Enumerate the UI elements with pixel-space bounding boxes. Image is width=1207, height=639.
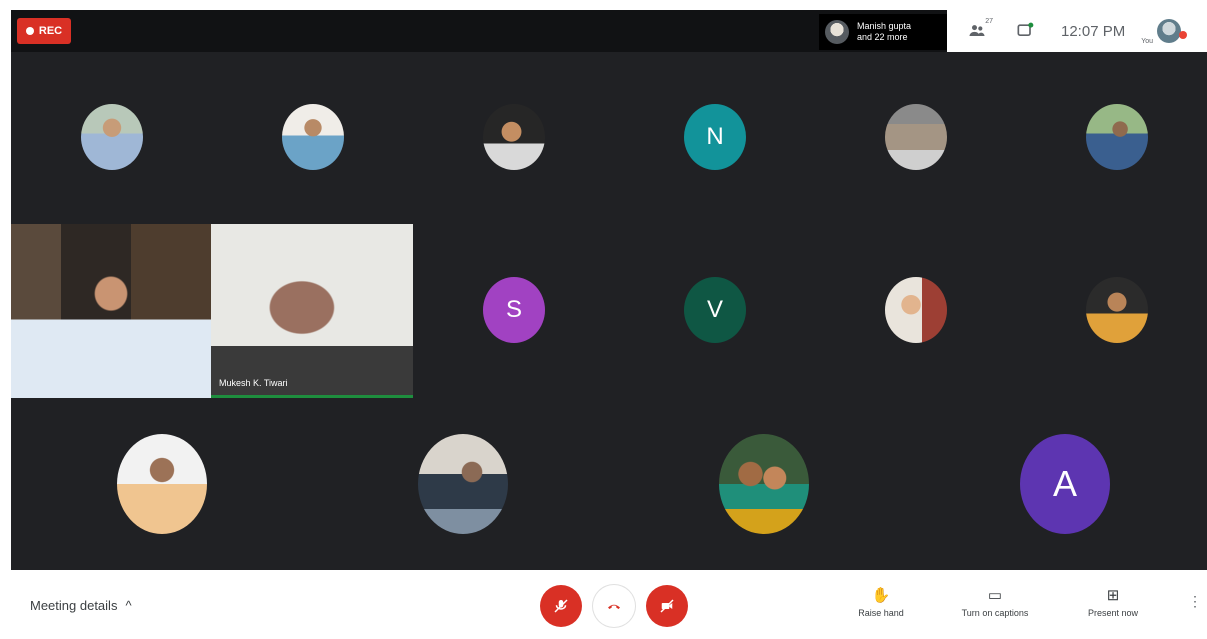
video-tile-active-speaker[interactable]: Mukesh K. Tiwari bbox=[211, 224, 413, 398]
participant-tile[interactable] bbox=[282, 104, 344, 170]
top-right-panel: 27 12:07 PM You bbox=[947, 10, 1207, 52]
meeting-details-label: Meeting details bbox=[30, 598, 118, 613]
people-count: 27 bbox=[985, 18, 993, 25]
chat-icon bbox=[1017, 22, 1034, 36]
participant-tile[interactable] bbox=[418, 434, 508, 534]
participant-initial: N bbox=[706, 123, 724, 150]
mic-toggle-button[interactable] bbox=[540, 585, 582, 627]
participant-tile[interactable] bbox=[719, 434, 809, 534]
clock-time: 12:07 PM bbox=[1061, 22, 1126, 40]
hang-up-icon bbox=[608, 604, 620, 609]
participant-tile[interactable] bbox=[885, 277, 947, 343]
captions-label: Turn on captions bbox=[961, 608, 1029, 618]
people-button[interactable]: 27 bbox=[967, 18, 993, 41]
participant-tile-letter[interactable]: S bbox=[483, 277, 545, 343]
participant-tile-letter[interactable]: N bbox=[684, 104, 746, 170]
self-avatar[interactable] bbox=[1157, 19, 1188, 43]
you-label: You bbox=[1141, 38, 1154, 45]
present-now-button[interactable]: ⊞ Present now bbox=[1068, 586, 1158, 618]
speaker-name-label: Mukesh K. Tiwari bbox=[219, 378, 288, 388]
camera-off-icon bbox=[660, 599, 674, 613]
video-tile-left[interactable] bbox=[11, 224, 211, 398]
participant-tile[interactable] bbox=[885, 104, 947, 170]
participant-tile[interactable] bbox=[1086, 104, 1148, 170]
captions-button[interactable]: ▭ Turn on captions bbox=[950, 586, 1040, 618]
presenter-avatar bbox=[825, 20, 849, 44]
participant-tile[interactable] bbox=[483, 104, 545, 170]
people-icon bbox=[969, 25, 985, 36]
participant-initial: V bbox=[706, 296, 723, 323]
raise-hand-label: Raise hand bbox=[858, 608, 904, 618]
self-indicator-dot bbox=[1179, 31, 1188, 39]
recording-badge: REC bbox=[17, 18, 71, 44]
present-now-label: Present now bbox=[1087, 608, 1139, 618]
meeting-stage: REC Manish gupta and 22 more 27 12:07 PM… bbox=[11, 10, 1207, 570]
present-screen-icon: ⊞ bbox=[1106, 587, 1120, 604]
participant-tile[interactable] bbox=[81, 104, 143, 170]
chevron-up-icon: ^ bbox=[125, 598, 132, 613]
more-vertical-icon: ⋮ bbox=[1188, 593, 1202, 609]
chat-button[interactable] bbox=[1015, 21, 1035, 41]
presenter-name: Manish gupta bbox=[857, 21, 912, 31]
more-options-button[interactable]: ⋮ bbox=[1188, 594, 1202, 608]
presenter-extra: and 22 more bbox=[857, 32, 908, 42]
camera-toggle-button[interactable] bbox=[646, 585, 688, 627]
participant-initial: A bbox=[1052, 463, 1077, 504]
raise-hand-button[interactable]: ✋ Raise hand bbox=[836, 586, 926, 618]
mic-off-icon bbox=[554, 599, 568, 613]
captions-icon: ▭ bbox=[987, 587, 1003, 604]
participant-tile[interactable] bbox=[117, 434, 207, 534]
presenter-chip[interactable]: Manish gupta and 22 more bbox=[819, 14, 947, 50]
active-speaker-indicator bbox=[211, 395, 413, 398]
participant-tile[interactable] bbox=[1086, 277, 1148, 343]
top-bar: REC Manish gupta and 22 more 27 12:07 PM… bbox=[11, 10, 1207, 52]
hand-icon: ✋ bbox=[871, 587, 891, 604]
bottom-toolbar: Meeting details ^ ✋ Raise hand ▭ Turn on… bbox=[0, 570, 1207, 639]
participant-tile-letter[interactable]: A bbox=[1020, 434, 1110, 534]
recording-label: REC bbox=[38, 25, 63, 37]
leave-call-button[interactable] bbox=[593, 585, 635, 627]
record-dot-icon bbox=[25, 27, 34, 35]
participant-tile-letter[interactable]: V bbox=[684, 277, 746, 343]
meeting-details-button[interactable]: Meeting details ^ bbox=[30, 598, 132, 613]
participant-initial: S bbox=[505, 296, 522, 323]
